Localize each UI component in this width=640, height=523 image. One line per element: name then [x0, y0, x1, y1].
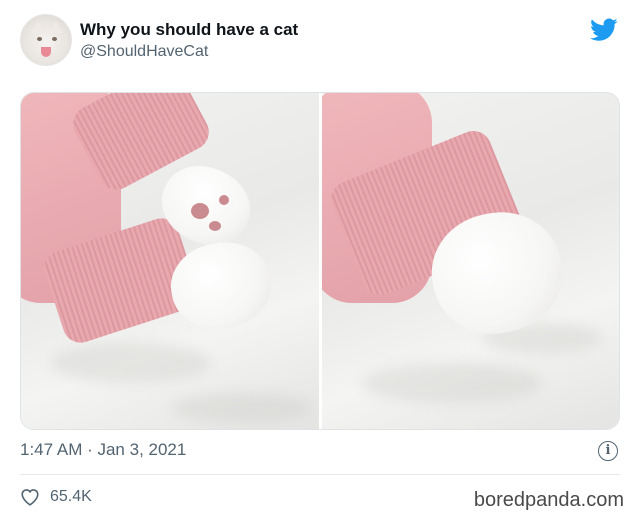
photo-right[interactable]: [321, 93, 619, 429]
info-icon[interactable]: i: [598, 441, 618, 461]
like-count: 65.4K: [50, 488, 92, 505]
tweet-card: Why you should have a cat @ShouldHaveCat: [0, 0, 640, 523]
user-handle[interactable]: @ShouldHaveCat: [80, 43, 208, 61]
tweet-timestamp[interactable]: 1:47 AM · Jan 3, 2021: [20, 440, 186, 460]
tweet-media[interactable]: [20, 92, 620, 430]
like-button[interactable]: 65.4K: [20, 486, 92, 508]
avatar[interactable]: [20, 14, 72, 66]
source-watermark: boredpanda.com: [473, 489, 624, 511]
heart-icon: [21, 489, 39, 506]
photo-left[interactable]: [21, 93, 319, 429]
tweet-header: Why you should have a cat @ShouldHaveCat: [20, 14, 620, 70]
divider: [20, 474, 620, 475]
twitter-bird-icon[interactable]: [590, 18, 618, 42]
display-name[interactable]: Why you should have a cat: [80, 20, 298, 40]
